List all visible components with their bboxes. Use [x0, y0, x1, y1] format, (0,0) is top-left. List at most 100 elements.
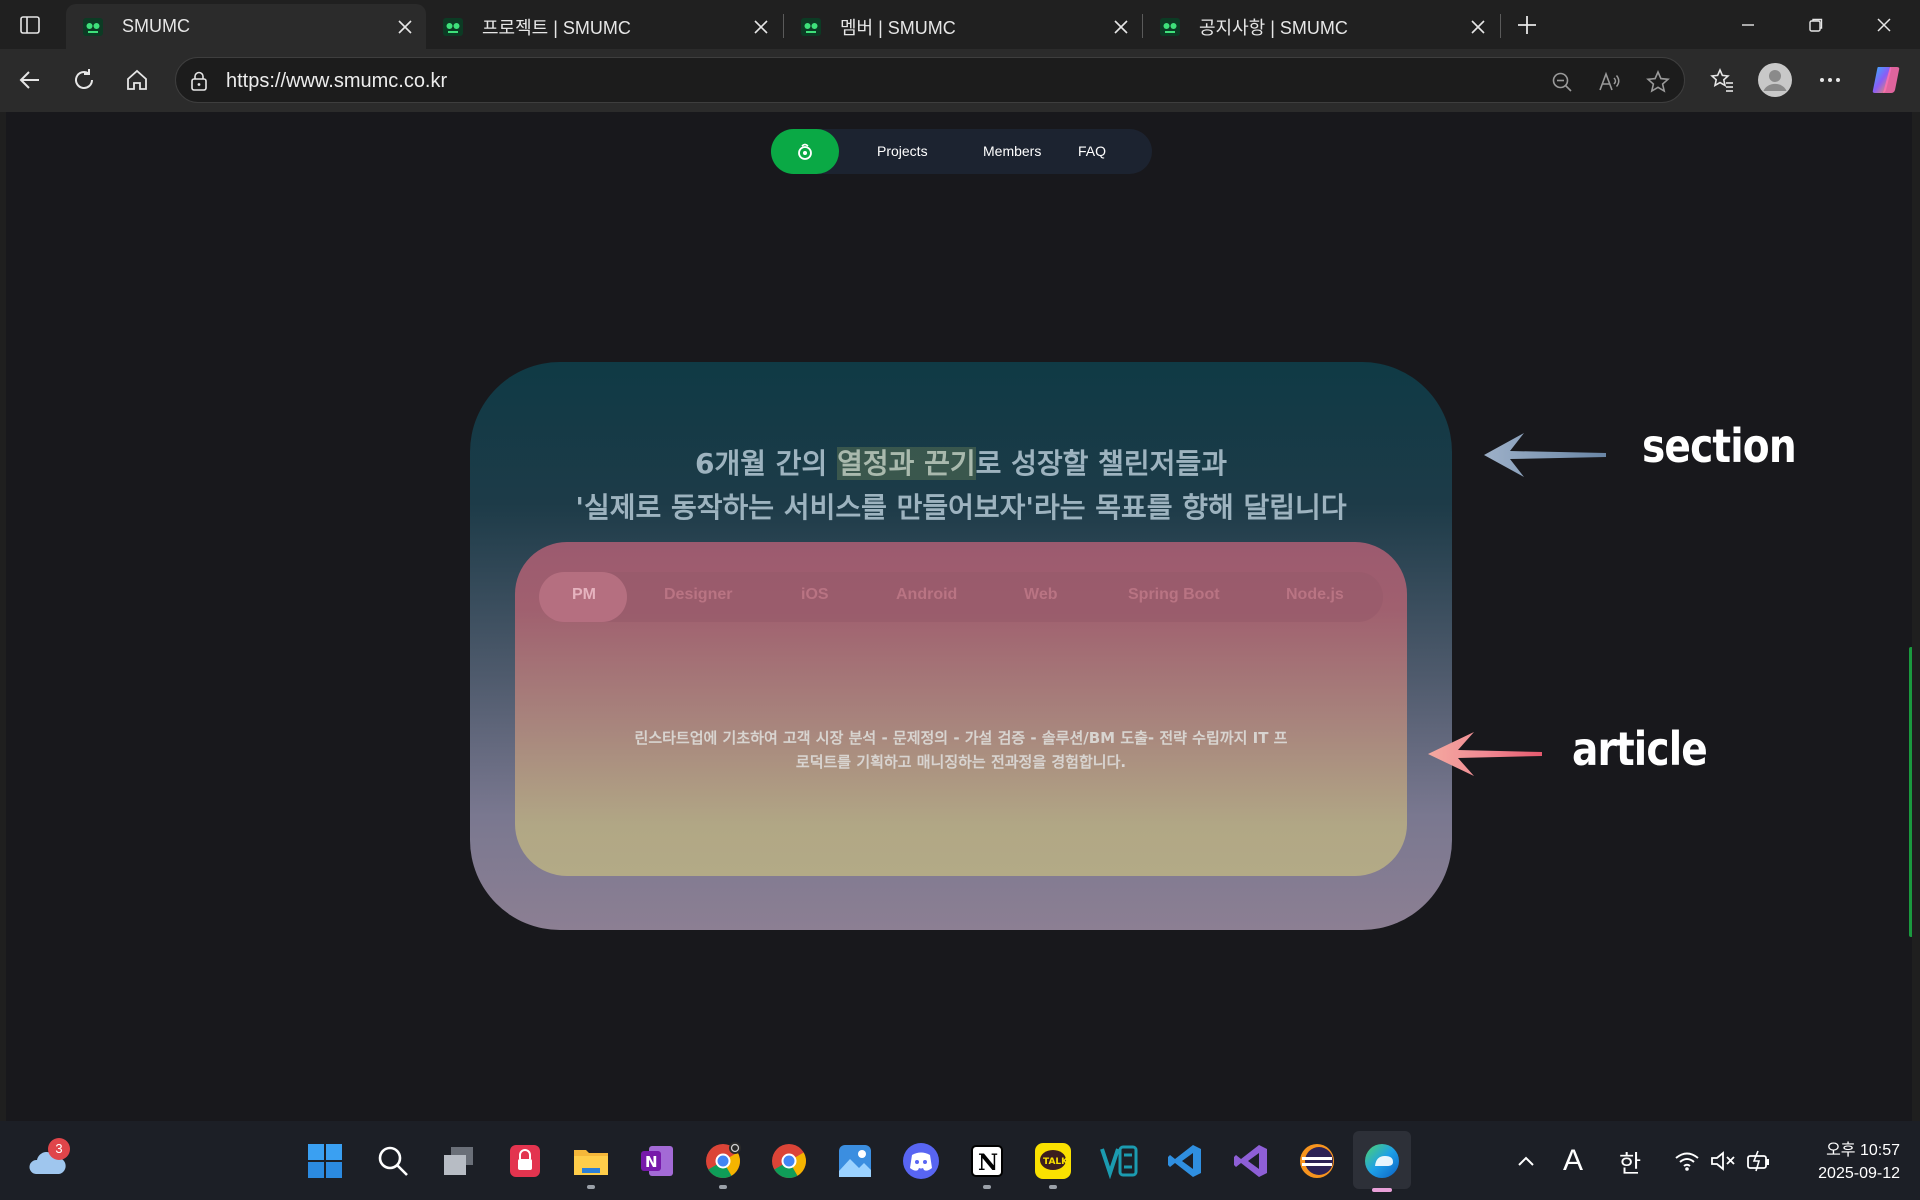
tab-title: 멤버 | SMUMC [840, 17, 956, 38]
vs-studio-icon [1100, 1145, 1138, 1179]
lock-icon[interactable] [188, 70, 210, 97]
favorites-icon [1710, 68, 1733, 92]
onenote-button[interactable]: N [637, 1141, 677, 1181]
new-tab-button[interactable] [1509, 10, 1545, 40]
tab-actions-button[interactable] [12, 10, 48, 40]
notion-button[interactable]: N [967, 1141, 1007, 1181]
role-description-line: 린스타트업에 기초하여 고객 시장 분석 - 문제정의 - 가설 검증 - 솔루… [634, 729, 1288, 747]
visual-studio-button[interactable] [1231, 1141, 1271, 1181]
tab-notices[interactable]: 공지사항 | SMUMC [1143, 4, 1499, 49]
more-button[interactable] [1809, 59, 1851, 101]
kakaotalk-button[interactable]: TALK [1033, 1141, 1073, 1181]
search-button[interactable] [373, 1141, 413, 1181]
article-annotation-arrow [1428, 732, 1542, 776]
chrome-button[interactable] [769, 1141, 809, 1181]
svg-text:N: N [645, 1153, 658, 1171]
read-aloud-icon[interactable] [1596, 68, 1624, 96]
nav-faq-link[interactable]: FAQ [1078, 143, 1106, 159]
role-tab-pm[interactable]: PM [572, 586, 596, 604]
battery-icon[interactable] [1739, 1141, 1779, 1181]
start-button[interactable] [305, 1141, 345, 1181]
show-hidden-icons-button[interactable] [1506, 1141, 1546, 1181]
copilot-button[interactable] [1865, 59, 1907, 101]
refresh-button[interactable] [63, 59, 105, 101]
role-description: 린스타트업에 기초하여 고객 시장 분석 - 문제정의 - 가설 검증 - 솔루… [615, 726, 1307, 774]
wifi-icon[interactable] [1667, 1141, 1707, 1181]
ime-mode-indicator[interactable]: A [1553, 1141, 1593, 1181]
role-tab-designer[interactable]: Designer [664, 586, 732, 604]
search-icon [378, 1146, 408, 1176]
tab-separator [1500, 14, 1501, 38]
address-bar[interactable]: https://www.smumc.co.kr [175, 57, 1685, 103]
discord-button[interactable] [901, 1141, 941, 1181]
web-page: Projects Members FAQ 6개월 간의 열정과 끈기로 성장할 … [6, 112, 1912, 1121]
tab-strip: SMUMC 프로젝트 | SMUMC 멤버 | SMUMC 공지사항 | SMU… [0, 0, 1920, 49]
vscode-icon [1168, 1145, 1201, 1177]
language-indicator[interactable]: 한 [1610, 1141, 1650, 1181]
close-window-button[interactable] [1850, 0, 1918, 49]
smumc-favicon-icon [801, 17, 821, 36]
nav-members-link[interactable]: Members [983, 143, 1041, 159]
tab-actions-icon [20, 16, 40, 34]
vscode-insiders-button[interactable] [1099, 1141, 1139, 1181]
url-text[interactable]: https://www.smumc.co.kr [226, 70, 447, 93]
arrow-left-icon [19, 71, 39, 89]
running-indicator [1049, 1185, 1057, 1189]
photos-button[interactable] [835, 1141, 875, 1181]
folder-icon [574, 1150, 608, 1175]
discord-icon [903, 1143, 939, 1179]
smumc-favicon-icon [83, 17, 103, 36]
role-tab-web[interactable]: Web [1024, 586, 1057, 604]
favorites-button[interactable] [1701, 59, 1743, 101]
home-button[interactable] [116, 59, 158, 101]
task-view-button[interactable] [439, 1141, 479, 1181]
scrollbar-thumb[interactable] [1909, 647, 1912, 937]
section-annotation-label: section [1642, 419, 1797, 473]
file-explorer-button[interactable] [571, 1141, 611, 1181]
role-article: PM Designer iOS Android Web Spring Boot … [515, 542, 1407, 876]
chrome-profile-button[interactable] [703, 1141, 743, 1181]
tab-title: SMUMC [122, 16, 190, 36]
tab-close-icon[interactable] [1104, 10, 1138, 44]
restore-button[interactable] [1782, 0, 1850, 49]
nav-projects-link[interactable]: Projects [877, 143, 928, 159]
vscode-button[interactable] [1165, 1141, 1205, 1181]
tab-smumc[interactable]: SMUMC [66, 4, 426, 49]
volume-muted-icon[interactable] [1703, 1141, 1743, 1181]
section-heading: 6개월 간의 열정과 끈기로 성장할 챌린저들과 '실제로 동작하는 서비스를 … [470, 442, 1452, 530]
profile-button[interactable] [1754, 59, 1796, 101]
clock-time: 오후 10:57 [1826, 1142, 1900, 1159]
role-tab-spring-boot[interactable]: Spring Boot [1128, 586, 1220, 604]
refresh-icon [75, 69, 93, 89]
edge-icon [1365, 1144, 1399, 1178]
system-clock[interactable]: 오후 10:57 2025-09-12 [1790, 1139, 1900, 1185]
task-view-icon [444, 1147, 473, 1175]
browser-toolbar: https://www.smumc.co.kr [0, 49, 1920, 112]
lock-app-button[interactable] [505, 1141, 545, 1181]
svg-text:N: N [978, 1150, 998, 1176]
tab-close-icon[interactable] [744, 10, 778, 44]
eclipse-icon [1300, 1144, 1334, 1178]
onenote-icon: N [641, 1146, 673, 1176]
article-annotation-label: article [1572, 722, 1708, 776]
role-tab-nodejs[interactable]: Node.js [1286, 586, 1344, 604]
running-indicator [587, 1185, 595, 1189]
tab-projects[interactable]: 프로젝트 | SMUMC [426, 4, 782, 49]
tab-close-icon[interactable] [388, 10, 422, 44]
tab-close-icon[interactable] [1461, 10, 1495, 44]
visual-studio-icon [1234, 1145, 1267, 1177]
home-logo-button[interactable] [771, 129, 839, 174]
zoom-out-icon[interactable] [1548, 68, 1576, 96]
tab-members[interactable]: 멤버 | SMUMC [784, 4, 1142, 49]
eclipse-button[interactable] [1297, 1141, 1337, 1181]
site-nav: Projects Members FAQ [771, 129, 1152, 174]
star-icon[interactable] [1644, 68, 1672, 96]
password-lock-icon [510, 1145, 540, 1177]
role-tab-android[interactable]: Android [896, 586, 957, 604]
minimize-button[interactable] [1714, 0, 1782, 49]
back-button[interactable] [9, 59, 51, 101]
heading-text: 로 성장할 챌린저들과 [975, 447, 1227, 480]
role-tab-ios[interactable]: iOS [801, 586, 829, 604]
edge-button[interactable] [1362, 1141, 1402, 1181]
smumc-favicon-icon [443, 17, 463, 36]
